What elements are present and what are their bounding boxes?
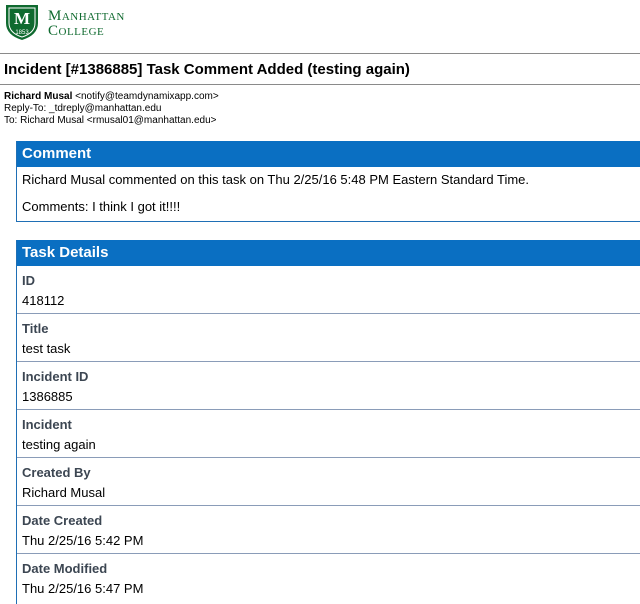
field-label: Created By <box>22 465 91 480</box>
svg-text:M: M <box>14 9 30 28</box>
field-label: Title <box>22 321 49 336</box>
field-label: ID <box>22 273 35 288</box>
task-details-heading: Task Details <box>17 240 640 266</box>
field-label: Date Created <box>22 513 103 528</box>
divider <box>0 84 640 85</box>
comment-text: Comments: I think I got it!!!! <box>22 199 181 214</box>
divider <box>0 53 640 54</box>
field-value: testing again <box>22 437 96 452</box>
svg-text:1853: 1853 <box>15 30 29 36</box>
email-from: Richard Musal <notify@teamdynamixapp.com… <box>4 91 219 102</box>
field-row-created-by: Created By Richard Musal <box>17 458 640 506</box>
email-reply-to[interactable]: Reply-To: _tdreply@manhattan.edu <box>4 103 161 114</box>
task-details-panel: Task Details ID 418112 Title test task I… <box>16 240 640 604</box>
college-name: MANHATTAN COLLEGE <box>48 8 125 39</box>
shield-icon: M 1853 <box>6 5 38 40</box>
sender-name: Richard Musal <box>4 91 73 102</box>
field-value: test task <box>22 341 71 356</box>
field-row-incident-id: Incident ID 1386885 <box>17 362 640 410</box>
field-row-title: Title test task <box>17 314 640 362</box>
field-value: Thu 2/25/16 5:42 PM <box>22 533 144 548</box>
comment-meta: Richard Musal commented on this task on … <box>22 172 530 187</box>
comment-heading: Comment <box>17 141 640 167</box>
field-row-id: ID 418112 <box>17 266 640 314</box>
email-subject: Incident [#1386885] Task Comment Added (… <box>4 61 410 78</box>
field-label: Incident ID <box>22 369 89 384</box>
comment-panel: Comment Richard Musal commented on this … <box>16 141 640 222</box>
sender-address[interactable]: <notify@teamdynamixapp.com> <box>72 91 219 102</box>
field-value: Richard Musal <box>22 485 106 500</box>
field-value: 418112 <box>22 293 65 308</box>
field-value: 1386885 <box>22 389 73 404</box>
email-to[interactable]: To: Richard Musal <rmusal01@manhattan.ed… <box>4 115 217 126</box>
manhattan-college-logo: M 1853 MANHATTAN COLLEGE <box>4 3 184 43</box>
field-row-incident: Incident testing again <box>17 410 640 458</box>
field-row-date-created: Date Created Thu 2/25/16 5:42 PM <box>17 506 640 554</box>
field-row-date-modified: Date Modified Thu 2/25/16 5:47 PM <box>17 554 640 602</box>
field-label: Incident <box>22 417 72 432</box>
field-value: Thu 2/25/16 5:47 PM <box>22 581 144 596</box>
field-label: Date Modified <box>22 561 108 576</box>
